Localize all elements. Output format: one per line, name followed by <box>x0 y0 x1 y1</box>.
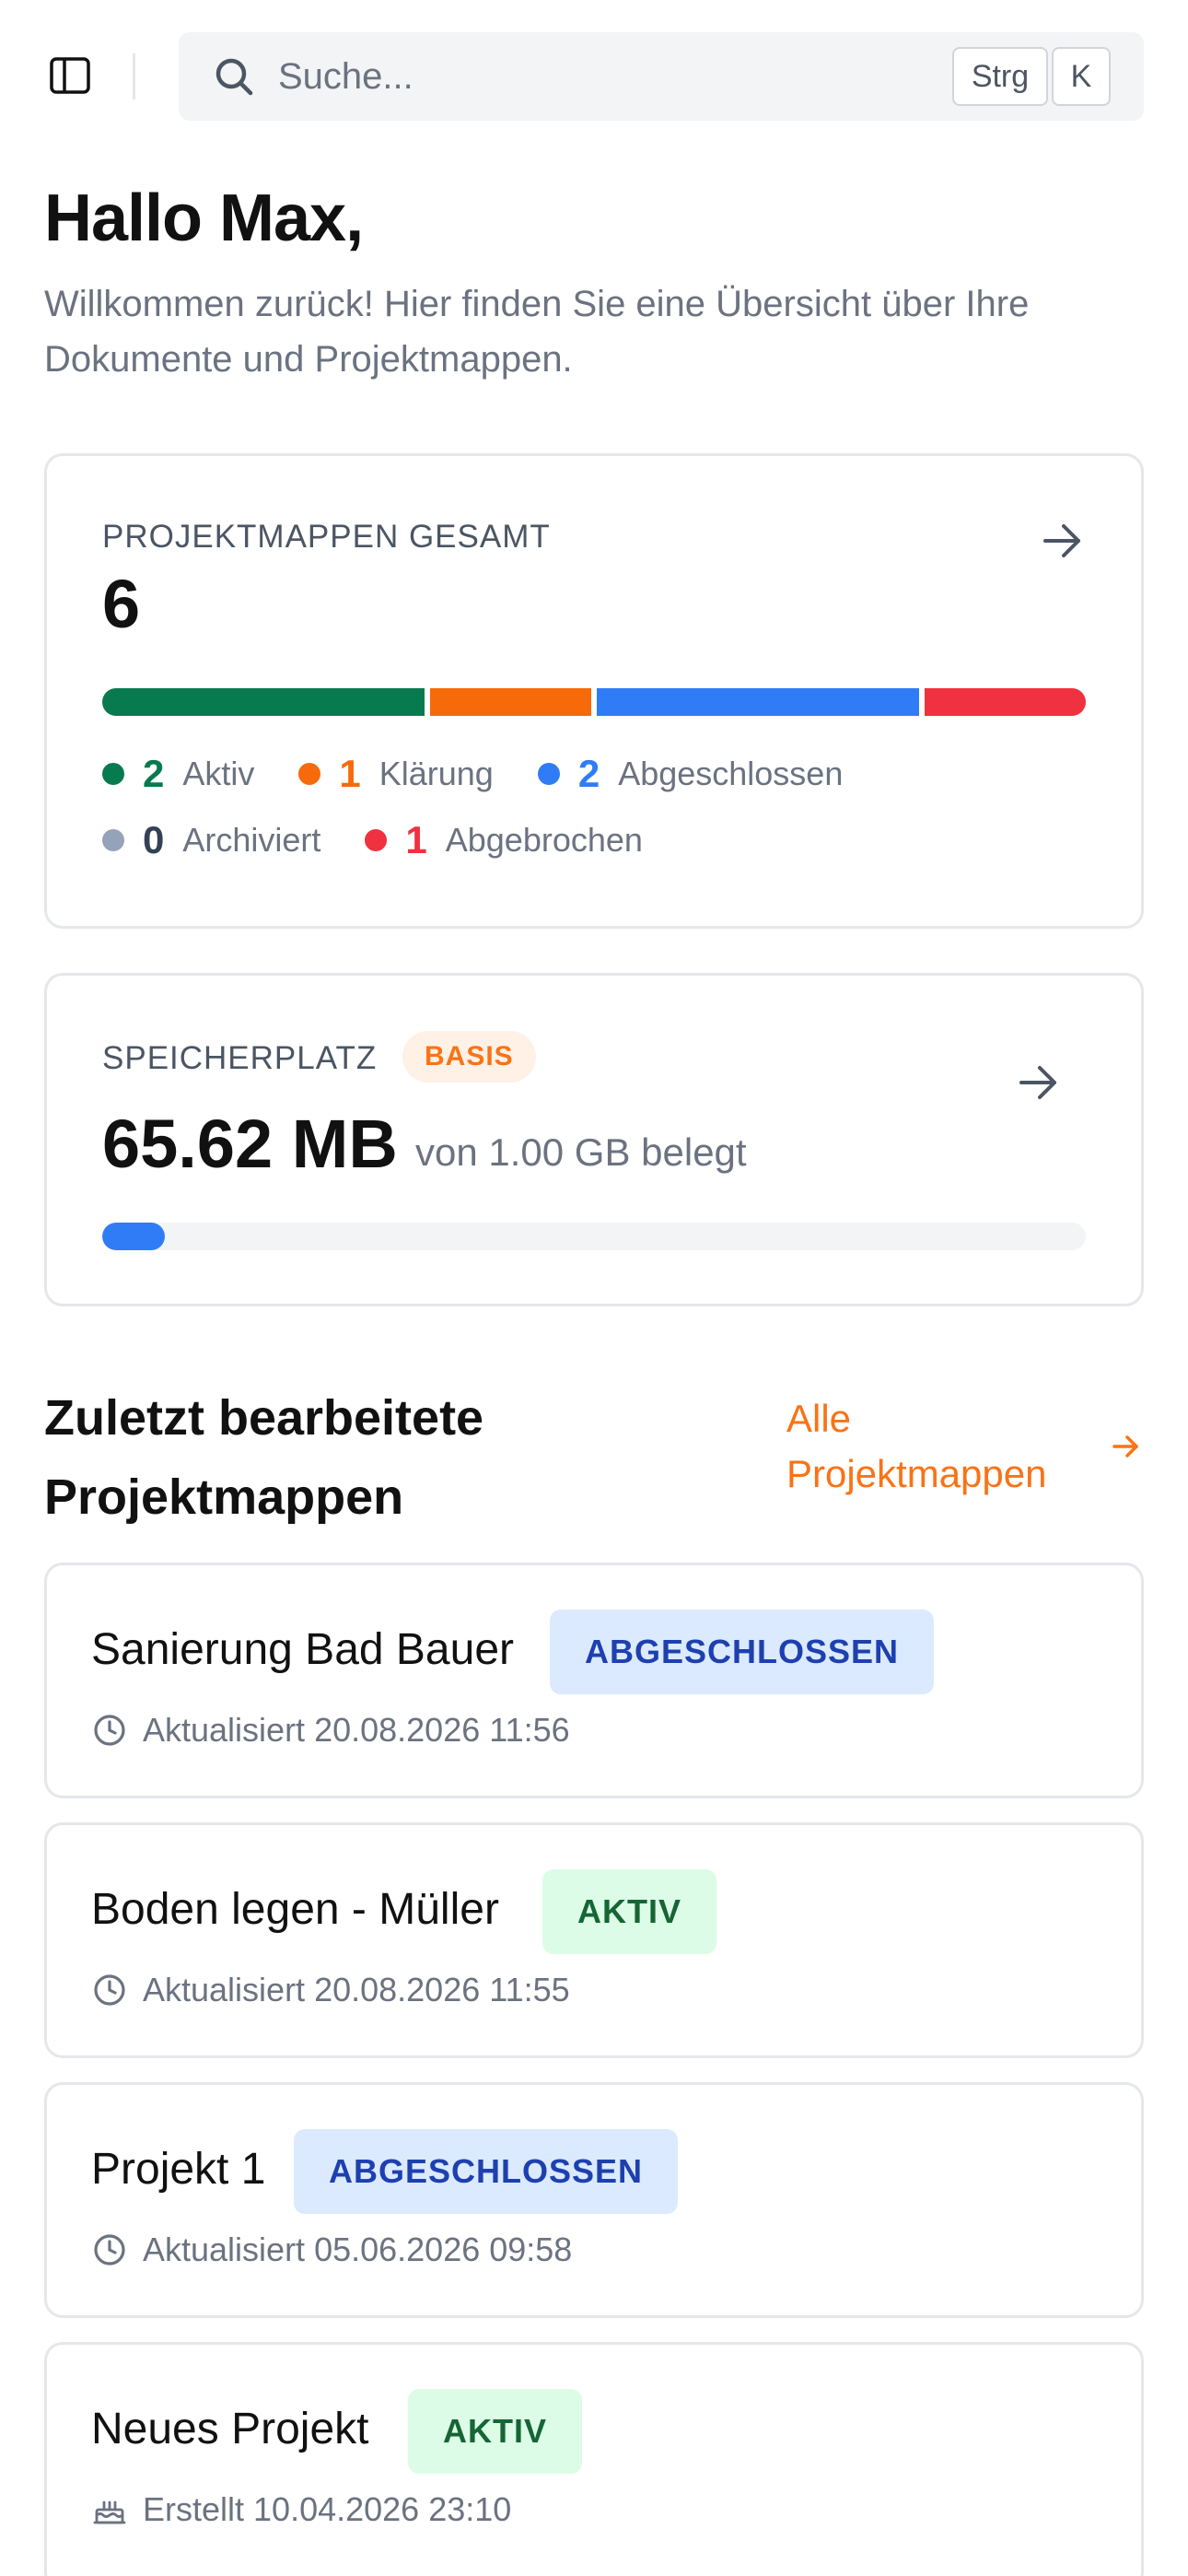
storage-card-label: SPEICHERPLATZ <box>102 1040 378 1076</box>
arrow-right-icon[interactable] <box>1014 1059 1062 1107</box>
plan-badge: BASIS <box>402 1031 536 1083</box>
project-title: Neues Projekt <box>91 2405 369 2453</box>
legend-item: 1 Klärung <box>298 751 494 797</box>
project-meta: Erstellt 10.04.2026 23:10 <box>91 2490 511 2529</box>
recent-section-title: Zuletzt bearbeitete Projektmappen <box>44 1390 484 1525</box>
legend-count: 2 <box>143 752 165 795</box>
project-card[interactable]: Boden legen - Müller AKTIV Aktualisiert … <box>44 1822 1144 2058</box>
status-badge: ABGESCHLOSSEN <box>294 2129 679 2214</box>
status-segment-abgebrochen <box>925 688 1086 716</box>
greeting-subtitle: Willkommen zurück! Hier finden Sie eine … <box>44 284 1030 380</box>
legend-label: Klärung <box>379 755 494 792</box>
project-title: Boden legen - Müller <box>91 1885 499 1934</box>
legend-dot <box>102 829 124 851</box>
status-badge: AKTIV <box>542 1869 716 1954</box>
storage-used: 65.62 MB <box>102 1106 398 1182</box>
legend-item: 0 Archiviert <box>102 817 320 863</box>
top-bar: Strg K <box>0 0 1188 157</box>
status-badge: AKTIV <box>408 2389 582 2474</box>
legend-item: 2 Abgeschlossen <box>537 751 844 797</box>
projects-summary-card[interactable]: PROJEKTMAPPEN GESAMT 6 2 Aktiv 1 Klärung 2 Ab… <box>44 453 1144 929</box>
project-title: Sanierung Bad Bauer <box>91 1625 514 1674</box>
arrow-right-icon[interactable] <box>1038 517 1086 565</box>
status-segment-aktiv <box>102 688 425 716</box>
status-segment-klärung <box>430 688 591 716</box>
project-created-text: Erstellt 10.04.2026 23:10 <box>143 2490 512 2528</box>
legend-dot <box>298 763 321 785</box>
legend-label: Archiviert <box>182 821 321 859</box>
legend-label: Abgeschlossen <box>618 755 844 792</box>
legend-count: 2 <box>577 752 600 795</box>
shortcut-key: K <box>1052 47 1111 106</box>
legend-label: Aktiv <box>182 755 255 792</box>
projects-total: 6 <box>102 566 141 642</box>
clock-icon <box>94 1974 125 2006</box>
legend-item: 2 Aktiv <box>102 751 254 797</box>
projects-card-label: PROJEKTMAPPEN GESAMT <box>102 519 551 555</box>
legend-count: 1 <box>405 818 427 861</box>
project-card[interactable]: Sanierung Bad Bauer ABGESCHLOSSEN Aktual… <box>44 1563 1144 1798</box>
legend-dot <box>537 763 560 785</box>
shortcut-modifier-key: Strg <box>952 47 1048 106</box>
storage-card[interactable]: SPEICHERPLATZ BASIS 65.62 MB von 1.00 GB… <box>44 973 1144 1306</box>
storage-progress-track <box>102 1223 1086 1250</box>
legend-count: 1 <box>339 752 361 795</box>
legend-item: 1 Abgebrochen <box>365 817 643 863</box>
project-title: Projekt 1 <box>91 2145 266 2194</box>
storage-progress-fill <box>102 1223 166 1250</box>
dashboard-page: Strg K Hallo Max, Willkommen zurück! Hie… <box>0 0 1188 2576</box>
project-updated-text: Aktualisiert 05.06.2026 09:58 <box>143 2231 573 2268</box>
project-meta: Aktualisiert 20.08.2026 11:55 <box>91 1971 570 2009</box>
legend-count: 0 <box>143 818 165 861</box>
project-meta: Aktualisiert 05.06.2026 09:58 <box>91 2231 572 2269</box>
arrow-right-icon <box>1112 1435 1138 1458</box>
cake-icon <box>93 2500 126 2524</box>
sidebar-toggle-icon[interactable] <box>48 53 92 98</box>
project-card[interactable]: Neues Projekt AKTIV Erstellt 10.04.2026 … <box>44 2342 1144 2576</box>
clock-icon <box>94 1715 125 1746</box>
status-legend-row: 2 Aktiv 1 Klärung 2 Abgeschlossen <box>102 751 1086 797</box>
search-input[interactable] <box>278 32 923 121</box>
project-meta: Aktualisiert 20.08.2026 11:56 <box>91 1711 570 1750</box>
legend-label: Abgebrochen <box>445 821 643 859</box>
project-updated-text: Aktualisiert 20.08.2026 11:56 <box>143 1711 570 1749</box>
project-updated-text: Aktualisiert 20.08.2026 11:55 <box>143 1971 570 2008</box>
legend-dot <box>365 829 388 851</box>
project-card[interactable]: Projekt 1 ABGESCHLOSSEN Aktualisiert 05.… <box>44 2082 1144 2318</box>
status-segment-abgeschlossen <box>597 688 919 716</box>
all-projects-link-label: Alle Projektmappen <box>786 1397 1047 1495</box>
search-box[interactable]: Strg K <box>179 32 1144 121</box>
all-projects-link[interactable]: Alle Projektmappen <box>786 1391 1146 1502</box>
status-badge: ABGESCHLOSSEN <box>550 1610 935 1694</box>
clock-icon <box>94 2234 125 2266</box>
topbar-divider <box>133 53 135 100</box>
search-icon <box>215 58 253 96</box>
status-legend-row: 0 Archiviert 1 Abgebrochen <box>102 817 1086 863</box>
storage-total: von 1.00 GB belegt <box>415 1130 747 1174</box>
greeting-title: Hallo Max, <box>44 181 364 255</box>
legend-dot <box>102 763 124 785</box>
status-distribution-bar <box>102 688 1086 716</box>
